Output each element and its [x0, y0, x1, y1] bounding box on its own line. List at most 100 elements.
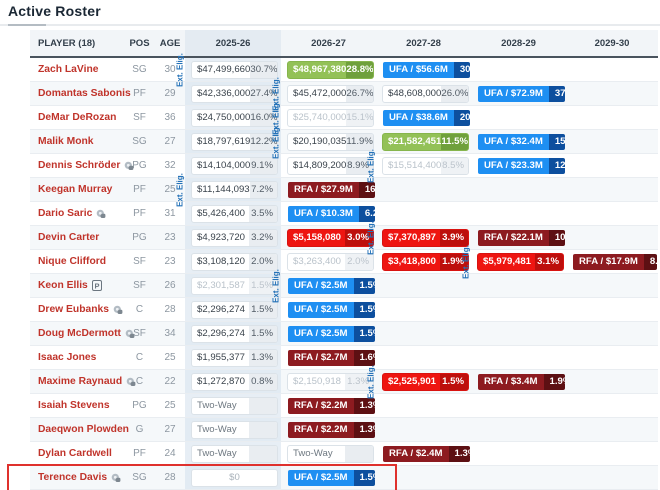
year-cell [566, 394, 658, 417]
player-link[interactable]: Malik Monk [38, 136, 94, 147]
amount-label: $15,514,400 [383, 158, 441, 174]
column-header[interactable]: AGE [155, 30, 185, 56]
table-row: Malik MonkSG27$18,797,61912.2%Ext. Elig.… [30, 130, 658, 154]
salary-input[interactable]: $0 [191, 469, 278, 487]
amount-label: UFA / $2.5M [288, 302, 354, 318]
player-link[interactable]: Dylan Cardwell [38, 448, 112, 459]
ext-elig-label: Ext. Elig. [367, 221, 376, 255]
player-cell: Doug McDermott [30, 322, 124, 345]
year-cell: $21,582,45111.5% [376, 130, 471, 153]
table-row: Nique CliffordSF23$3,108,1202.0%$3,263,4… [30, 250, 658, 274]
column-header[interactable]: PLAYER (18) [30, 30, 124, 56]
year-cell: Ext. Elig.$7,370,8973.9% [376, 226, 471, 249]
amount-label: $0 [229, 470, 240, 486]
year-cell [566, 466, 658, 489]
cap-percent-label: 2.0% [345, 254, 373, 270]
cap-percent-label: 10.7% [549, 230, 566, 246]
year-cell [566, 274, 658, 297]
year-cell: UFA / $38.6M20.6% [376, 106, 471, 129]
fa-badge: RFA / $3.4M1.9% [477, 373, 566, 391]
pos-cell: PG [124, 154, 155, 177]
fa-badge: RFA / $2.2M1.3% [287, 421, 376, 439]
year-cell: Ext. Elig.$20,190,03511.9% [281, 130, 376, 153]
pos-cell: SF [124, 274, 155, 297]
age-cell: 25 [155, 394, 185, 417]
table-row: Isaac JonesC25$1,955,3771.3%RFA / $2.7M1… [30, 346, 658, 370]
column-header[interactable]: 2029-30 [566, 30, 658, 56]
player-link[interactable]: Doug McDermott [38, 328, 121, 339]
age-cell: 25 [155, 346, 185, 369]
player-link[interactable]: Dennis Schröder [38, 160, 120, 171]
cap-percent-label: 15.1% [346, 110, 374, 126]
fa-badge: UFA / $2.5M1.5% [287, 325, 376, 343]
fa-badge: UFA / $2.5M1.5% [287, 469, 376, 487]
player-link[interactable]: DeMar DeRozan [38, 112, 116, 123]
contract-tag-icon [113, 305, 123, 315]
pos-cell: SG [124, 58, 155, 81]
column-header[interactable]: 2026-27 [281, 30, 376, 56]
player-link[interactable]: Dario Saric [38, 208, 92, 219]
column-header[interactable]: POS [124, 30, 155, 56]
amount-label: RFA / $2.4M [383, 446, 449, 462]
cap-percent-label: 2.0% [249, 254, 277, 270]
salary-pill: $1,272,8700.8% [191, 373, 278, 391]
pos-cell: PF [124, 82, 155, 105]
year-cell: $2,150,9181.3% [281, 370, 376, 393]
year-cell: $3,263,4002.0% [281, 250, 376, 273]
year-cell: UFA / $23.3M12.2% [471, 154, 566, 177]
year-cell [376, 346, 471, 369]
amount-label: $3,108,120 [192, 254, 249, 270]
player-link[interactable]: Maxime Raynaud [38, 376, 122, 387]
player-link[interactable]: Zach LaVine [38, 64, 98, 75]
column-header[interactable]: 2027-28 [376, 30, 471, 56]
cap-percent-label [249, 422, 277, 438]
player-link[interactable]: Domantas Sabonis [38, 88, 131, 99]
amount-label: $2,296,274 [192, 326, 249, 342]
fa-badge: UFA / $2.5M1.5% [287, 277, 376, 295]
table-row: Dylan CardwellPF24Two-WayTwo-WayRFA / $2… [30, 442, 658, 466]
player-link[interactable]: Keon Ellis [38, 280, 88, 291]
cap-percent-label: 1.5% [354, 302, 377, 318]
year-cell [471, 298, 566, 321]
player-cell: Isaac Jones [30, 346, 124, 369]
salary-pill: $11,144,0937.2% [191, 181, 278, 199]
amount-label: RFA / $2.2M [288, 422, 354, 438]
salary-pill: $24,750,00016.0% [191, 109, 278, 127]
player-cell: Keegan Murray [30, 178, 124, 201]
year-cell: Two-Way [185, 394, 281, 417]
player-link[interactable]: Keegan Murray [38, 184, 112, 195]
cap-percent-label: 1.5% [249, 326, 277, 342]
salary-pill: $2,301,5871.5% [191, 277, 278, 295]
amount-label: UFA / $2.5M [288, 326, 354, 342]
player-link[interactable]: Drew Eubanks [38, 304, 109, 315]
column-header[interactable]: 2025-26 [185, 30, 281, 56]
year-cell [566, 418, 658, 441]
fa-badge: UFA / $23.3M12.2% [477, 157, 566, 175]
amount-label: UFA / $38.6M [383, 110, 454, 126]
year-cell: Ext. Elig.$47,499,66030.7% [185, 58, 281, 81]
title-underline [0, 24, 660, 26]
player-link[interactable]: Nique Clifford [38, 256, 106, 267]
pos-cell: SF [124, 322, 155, 345]
table-row: Keegan MurrayPF25Ext. Elig.$11,144,0937.… [30, 178, 658, 202]
year-cell [566, 322, 658, 345]
table-row: Keon EllisPSF26$2,301,5871.5%Ext. Elig.U… [30, 274, 658, 298]
salary-pill: $48,608,00026.0% [382, 85, 469, 103]
player-link[interactable]: Terence Davis [38, 472, 107, 483]
amount-label: $20,190,035 [288, 134, 346, 150]
amount-label: $14,809,200 [288, 158, 346, 174]
player-link[interactable]: Isaac Jones [38, 352, 96, 363]
fa-badge: RFA / $2.2M1.3% [287, 397, 376, 415]
player-link[interactable]: Devin Carter [38, 232, 99, 243]
cap-percent-label: 1.3% [354, 398, 377, 414]
column-header[interactable]: 2028-29 [471, 30, 566, 56]
cap-percent-label: 6.2% [359, 206, 376, 222]
ext-elig-label: Ext. Elig. [176, 173, 185, 207]
year-cell [566, 106, 658, 129]
contract-tag-icon [111, 473, 121, 483]
cap-percent-label: 0.8% [249, 374, 277, 390]
year-cell: RFA / $2.7M1.6% [281, 346, 376, 369]
player-link[interactable]: Isaiah Stevens [38, 400, 110, 411]
player-link[interactable]: Daeqwon Plowden [38, 424, 129, 435]
salary-pill: $42,336,00027.4% [191, 85, 278, 103]
